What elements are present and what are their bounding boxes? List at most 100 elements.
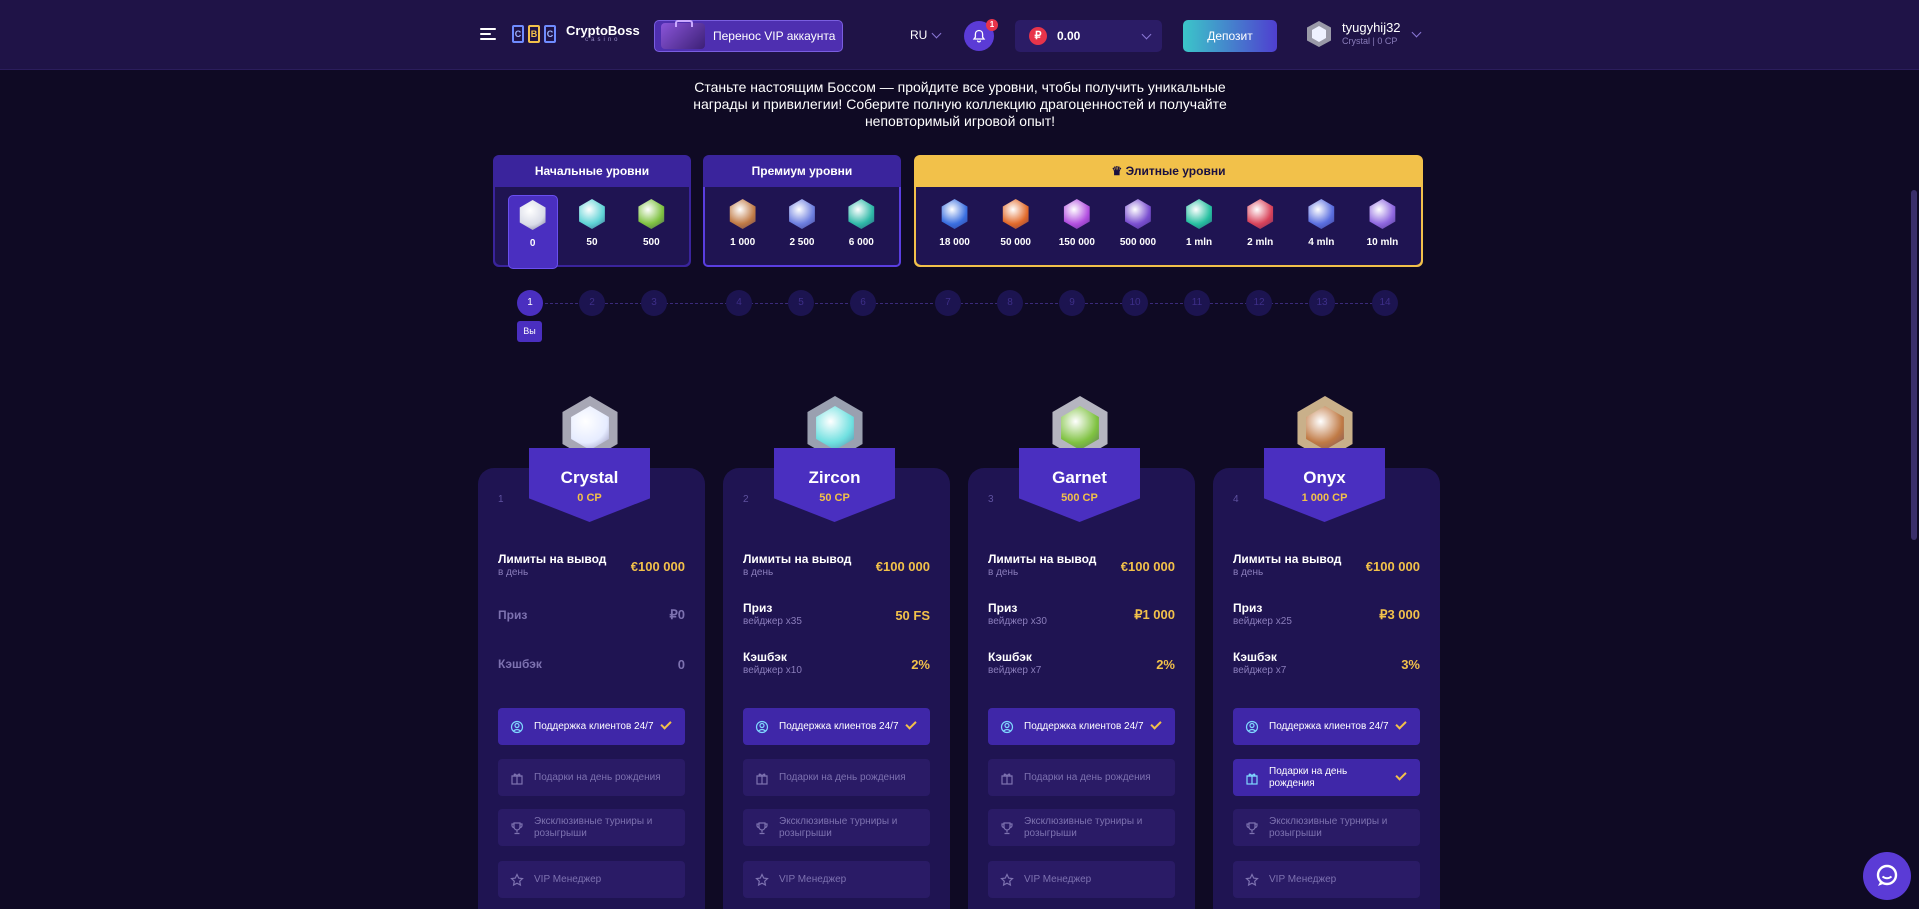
- level-gem[interactable]: 6 000: [836, 195, 886, 269]
- check-icon: [1395, 769, 1407, 781]
- limits-label: Лимиты на вывод: [743, 552, 852, 566]
- level-gem[interactable]: 10 mln: [1357, 195, 1407, 269]
- level-step[interactable]: 8: [997, 290, 1023, 316]
- cashback-row: Кэшбэк вейджер x7 3%: [1233, 650, 1420, 678]
- gem-value: 4 mln: [1308, 237, 1335, 248]
- feature-label: Поддержка клиентов 24/7: [779, 720, 899, 732]
- chat-button[interactable]: [1863, 852, 1911, 900]
- cashback-sub: вейджер x7: [988, 665, 1042, 676]
- limits-row: Лимиты на вывод в день €100 000: [1233, 552, 1420, 580]
- vip-transfer-button[interactable]: Перенос VIP аккаунта: [654, 20, 843, 52]
- level-step[interactable]: 3: [641, 290, 667, 316]
- balance-selector[interactable]: ₽ 0.00: [1015, 20, 1162, 52]
- level-gem[interactable]: 50 000: [991, 195, 1041, 269]
- prize-label: Приз: [1233, 601, 1263, 615]
- level-gem[interactable]: 2 mln: [1235, 195, 1285, 269]
- level-gem[interactable]: 1 000: [718, 195, 768, 269]
- gem-value: 50 000: [1000, 237, 1031, 248]
- level-number: 4: [1233, 494, 1239, 505]
- feature-label: Подарки на день рождения: [1269, 765, 1348, 789]
- level-gem[interactable]: 2 500: [777, 195, 827, 269]
- logo[interactable]: C B C CryptoBoss casino: [512, 24, 640, 43]
- chevron-down-icon: [931, 28, 942, 38]
- balance-amount: 0.00: [1057, 29, 1081, 43]
- scrollbar[interactable]: [1911, 190, 1917, 540]
- feature-label: Поддержка клиентов 24/7: [534, 720, 654, 732]
- cashback-label: Кэшбэк: [498, 657, 542, 671]
- level-step[interactable]: 12: [1246, 290, 1272, 316]
- level-number: 1: [498, 494, 504, 505]
- prize-label: Приз: [743, 601, 773, 615]
- level-name: Crystal: [560, 468, 619, 487]
- cashback-sub: вейджер x10: [743, 665, 802, 676]
- language-selector[interactable]: RU: [910, 28, 942, 42]
- notifications-button[interactable]: 1: [964, 19, 998, 51]
- level-step[interactable]: 1: [517, 290, 543, 316]
- vip-transfer-label: Перенос VIP аккаунта: [713, 29, 836, 43]
- level-card: Crystal 0 CP 1 Лимиты на вывод в день €100 00…: [478, 396, 705, 909]
- level-step[interactable]: 2: [579, 290, 605, 316]
- support-icon: [1245, 720, 1259, 733]
- gem-icon: [729, 199, 756, 229]
- support-icon: [755, 720, 769, 733]
- feature-item: VIP Менеджер: [743, 861, 930, 898]
- level-gem[interactable]: 0: [507, 195, 558, 269]
- prize-label: Приз: [498, 608, 528, 622]
- gift-icon: [511, 773, 523, 785]
- support-icon: [1000, 720, 1014, 733]
- feature-label: Подарки на день рождения: [534, 771, 661, 783]
- menu-icon[interactable]: [480, 28, 496, 42]
- limits-sub: в день: [743, 567, 774, 578]
- feature-item: Эксклюзивные турниры и розыгрыши: [988, 809, 1175, 846]
- level-step[interactable]: 9: [1059, 290, 1085, 316]
- level-step[interactable]: 14: [1372, 290, 1398, 316]
- cashback-label: Кэшбэк: [743, 650, 787, 664]
- level-step[interactable]: 7: [935, 290, 961, 316]
- level-name: Zircon: [808, 468, 861, 487]
- gem-value: 6 000: [848, 237, 874, 248]
- gem-value: 500 000: [1119, 237, 1157, 248]
- level-card: Garnet 500 CP 3 Лимиты на вывод в день €100 0…: [968, 396, 1195, 909]
- limits-value: €100 000: [1365, 558, 1420, 574]
- gem-icon: [941, 199, 968, 229]
- gem-value: 1 000: [730, 237, 756, 248]
- gem-icon: [579, 199, 605, 229]
- prize-row: Приз вейджер x25 ₽3 000: [1233, 601, 1420, 629]
- check-icon: [660, 718, 672, 730]
- level-cp: 50 CP: [819, 492, 850, 504]
- gem-value: 10 mln: [1366, 237, 1399, 248]
- user-cp: 0 CP: [1377, 36, 1398, 47]
- deposit-button[interactable]: Депозит: [1183, 20, 1277, 52]
- star-icon: [1000, 872, 1014, 886]
- prize-sub: вейджер x35: [743, 616, 802, 627]
- cashback-sub: вейджер x7: [1233, 665, 1287, 676]
- level-step[interactable]: 5: [788, 290, 814, 316]
- limits-sub: в день: [988, 567, 1019, 578]
- cashback-value: 2%: [1156, 656, 1175, 672]
- level-step[interactable]: 4: [726, 290, 752, 316]
- level-gem[interactable]: 150 000: [1052, 195, 1102, 269]
- prize-sub: вейджер x25: [1233, 616, 1292, 627]
- level-gem[interactable]: 18 000: [930, 195, 980, 269]
- gift-icon: [1001, 773, 1013, 785]
- gem-value: 2 mln: [1247, 237, 1274, 248]
- level-step[interactable]: 10: [1122, 290, 1148, 316]
- user-menu[interactable]: tyugyhij32 Crystal | 0 CP: [1306, 20, 1421, 48]
- prize-sub: вейджер x30: [988, 616, 1047, 627]
- level-gem[interactable]: 500: [626, 195, 676, 269]
- prize-value: ₽0: [669, 607, 685, 622]
- level-step[interactable]: 6: [850, 290, 876, 316]
- gem-icon: [789, 199, 815, 229]
- level-gem[interactable]: 50: [567, 195, 617, 269]
- ruble-coin-icon: ₽: [1029, 27, 1047, 45]
- cashback-label: Кэшбэк: [988, 650, 1032, 664]
- level-step[interactable]: 11: [1184, 290, 1210, 316]
- level-title-tab: Onyx 1 000 CP: [1264, 448, 1385, 522]
- level-step[interactable]: 13: [1309, 290, 1335, 316]
- crystal-avatar-icon: [1307, 21, 1331, 47]
- level-gem[interactable]: 1 mln: [1174, 195, 1224, 269]
- level-gem[interactable]: 4 mln: [1296, 195, 1346, 269]
- feature-label: VIP Менеджер: [534, 873, 602, 885]
- level-gem[interactable]: 500 000: [1113, 195, 1163, 269]
- feature-label: Эксклюзивные турниры и розыгрыши: [1024, 815, 1143, 839]
